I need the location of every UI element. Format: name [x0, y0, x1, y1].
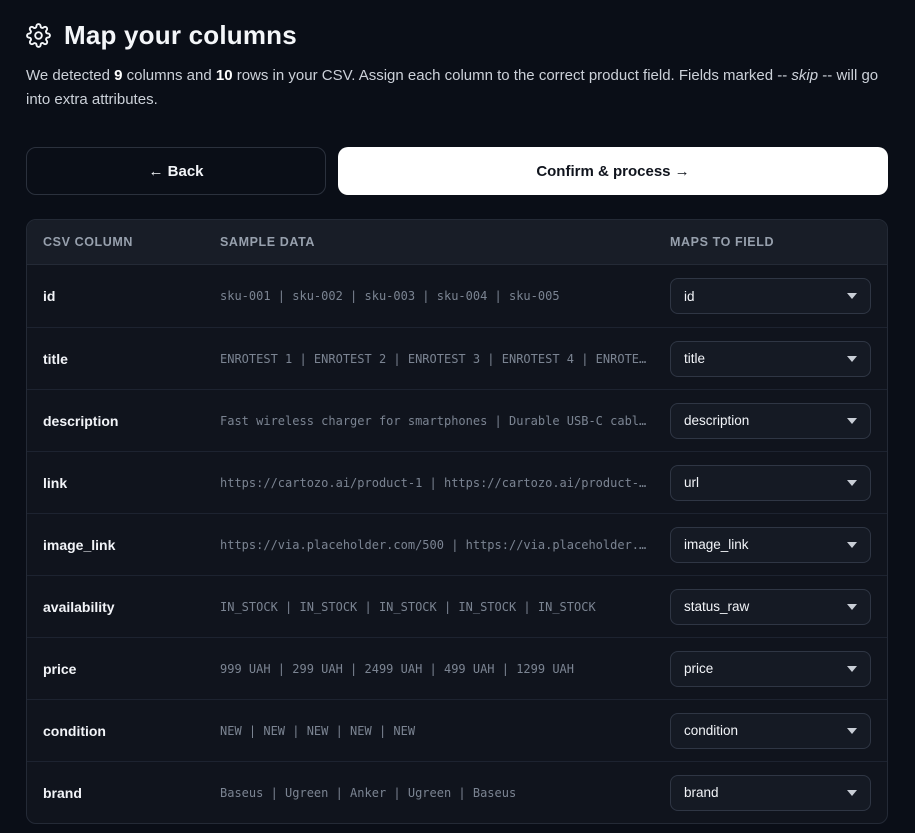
table-row: id sku-001 | sku-002 | sku-003 | sku-004… [27, 265, 887, 327]
rows-count: 10 [216, 67, 233, 84]
skip-marker: -- [777, 67, 791, 84]
table-row: availability IN_STOCK | IN_STOCK | IN_ST… [27, 575, 887, 637]
column-mapping-table: CSV COLUMN SAMPLE DATA MAPS TO FIELD id … [26, 219, 888, 824]
intro-part: rows in your CSV. Assign each column to … [233, 67, 778, 84]
chevron-down-icon [847, 356, 857, 362]
table-row: condition NEW | NEW | NEW | NEW | NEW co… [27, 699, 887, 761]
table-body: id sku-001 | sku-002 | sku-003 | sku-004… [27, 265, 887, 823]
sample-data: 999 UAH | 299 UAH | 2499 UAH | 499 UAH |… [220, 662, 670, 676]
field-select-value: image_link [684, 537, 749, 552]
chevron-down-icon [847, 293, 857, 299]
field-select[interactable]: price [670, 651, 871, 687]
intro-text: We detected 9 columns and 10 rows in you… [26, 64, 888, 112]
field-select[interactable]: description [670, 403, 871, 439]
map-columns-page: Map your columns We detected 9 columns a… [0, 0, 915, 824]
chevron-down-icon [847, 666, 857, 672]
back-button[interactable]: ← Back [26, 147, 326, 195]
page-title: Map your columns [64, 20, 297, 51]
csv-column-name: price [43, 661, 220, 677]
csv-column-name: availability [43, 599, 220, 615]
field-select[interactable]: brand [670, 775, 871, 811]
field-select[interactable]: url [670, 465, 871, 501]
field-select[interactable]: image_link [670, 527, 871, 563]
csv-column-name: brand [43, 785, 220, 801]
csv-column-name: description [43, 413, 220, 429]
confirm-process-button[interactable]: Confirm & process → [338, 147, 888, 195]
sample-data: ENROTEST 1 | ENROTEST 2 | ENROTEST 3 | E… [220, 352, 670, 366]
table-row: brand Baseus | Ugreen | Anker | Ugreen |… [27, 761, 887, 823]
field-select[interactable]: id [670, 278, 871, 314]
chevron-down-icon [847, 480, 857, 486]
chevron-down-icon [847, 728, 857, 734]
page-header: Map your columns [26, 20, 888, 51]
field-select-value: url [684, 475, 699, 490]
sample-data: Fast wireless charger for smartphones | … [220, 414, 670, 428]
action-buttons: ← Back Confirm & process → [26, 147, 888, 195]
table-header-row: CSV COLUMN SAMPLE DATA MAPS TO FIELD [27, 220, 887, 265]
csv-column-name: image_link [43, 537, 220, 553]
table-row: description Fast wireless charger for sm… [27, 389, 887, 451]
table-row: link https://cartozo.ai/product-1 | http… [27, 451, 887, 513]
field-select[interactable]: condition [670, 713, 871, 749]
csv-column-name: condition [43, 723, 220, 739]
field-select-value: status_raw [684, 599, 749, 614]
gear-icon [26, 23, 51, 48]
table-row: price 999 UAH | 299 UAH | 2499 UAH | 499… [27, 637, 887, 699]
table-row: title ENROTEST 1 | ENROTEST 2 | ENROTEST… [27, 327, 887, 389]
skip-word: skip [791, 67, 818, 84]
field-select-value: brand [684, 785, 719, 800]
field-select-value: id [684, 289, 695, 304]
csv-column-name: title [43, 351, 220, 367]
field-select-value: condition [684, 723, 738, 738]
sample-data: sku-001 | sku-002 | sku-003 | sku-004 | … [220, 289, 670, 303]
chevron-down-icon [847, 542, 857, 548]
chevron-down-icon [847, 790, 857, 796]
sample-data: https://via.placeholder.com/500 | https:… [220, 538, 670, 552]
intro-part: columns and [122, 67, 215, 84]
intro-part: We detected [26, 67, 114, 84]
table-row: image_link https://via.placeholder.com/5… [27, 513, 887, 575]
field-select[interactable]: status_raw [670, 589, 871, 625]
chevron-down-icon [847, 418, 857, 424]
sample-data: https://cartozo.ai/product-1 | https://c… [220, 476, 670, 490]
chevron-down-icon [847, 604, 857, 610]
field-select[interactable]: title [670, 341, 871, 377]
header-csv-column: CSV COLUMN [43, 235, 220, 249]
field-select-value: title [684, 351, 705, 366]
sample-data: IN_STOCK | IN_STOCK | IN_STOCK | IN_STOC… [220, 600, 670, 614]
header-sample-data: SAMPLE DATA [220, 235, 670, 249]
csv-column-name: id [43, 288, 220, 304]
sample-data: NEW | NEW | NEW | NEW | NEW [220, 724, 670, 738]
csv-column-name: link [43, 475, 220, 491]
field-select-value: price [684, 661, 713, 676]
header-maps-to-field: MAPS TO FIELD [670, 235, 871, 249]
sample-data: Baseus | Ugreen | Anker | Ugreen | Baseu… [220, 786, 670, 800]
skip-marker: -- [818, 67, 832, 84]
field-select-value: description [684, 413, 749, 428]
